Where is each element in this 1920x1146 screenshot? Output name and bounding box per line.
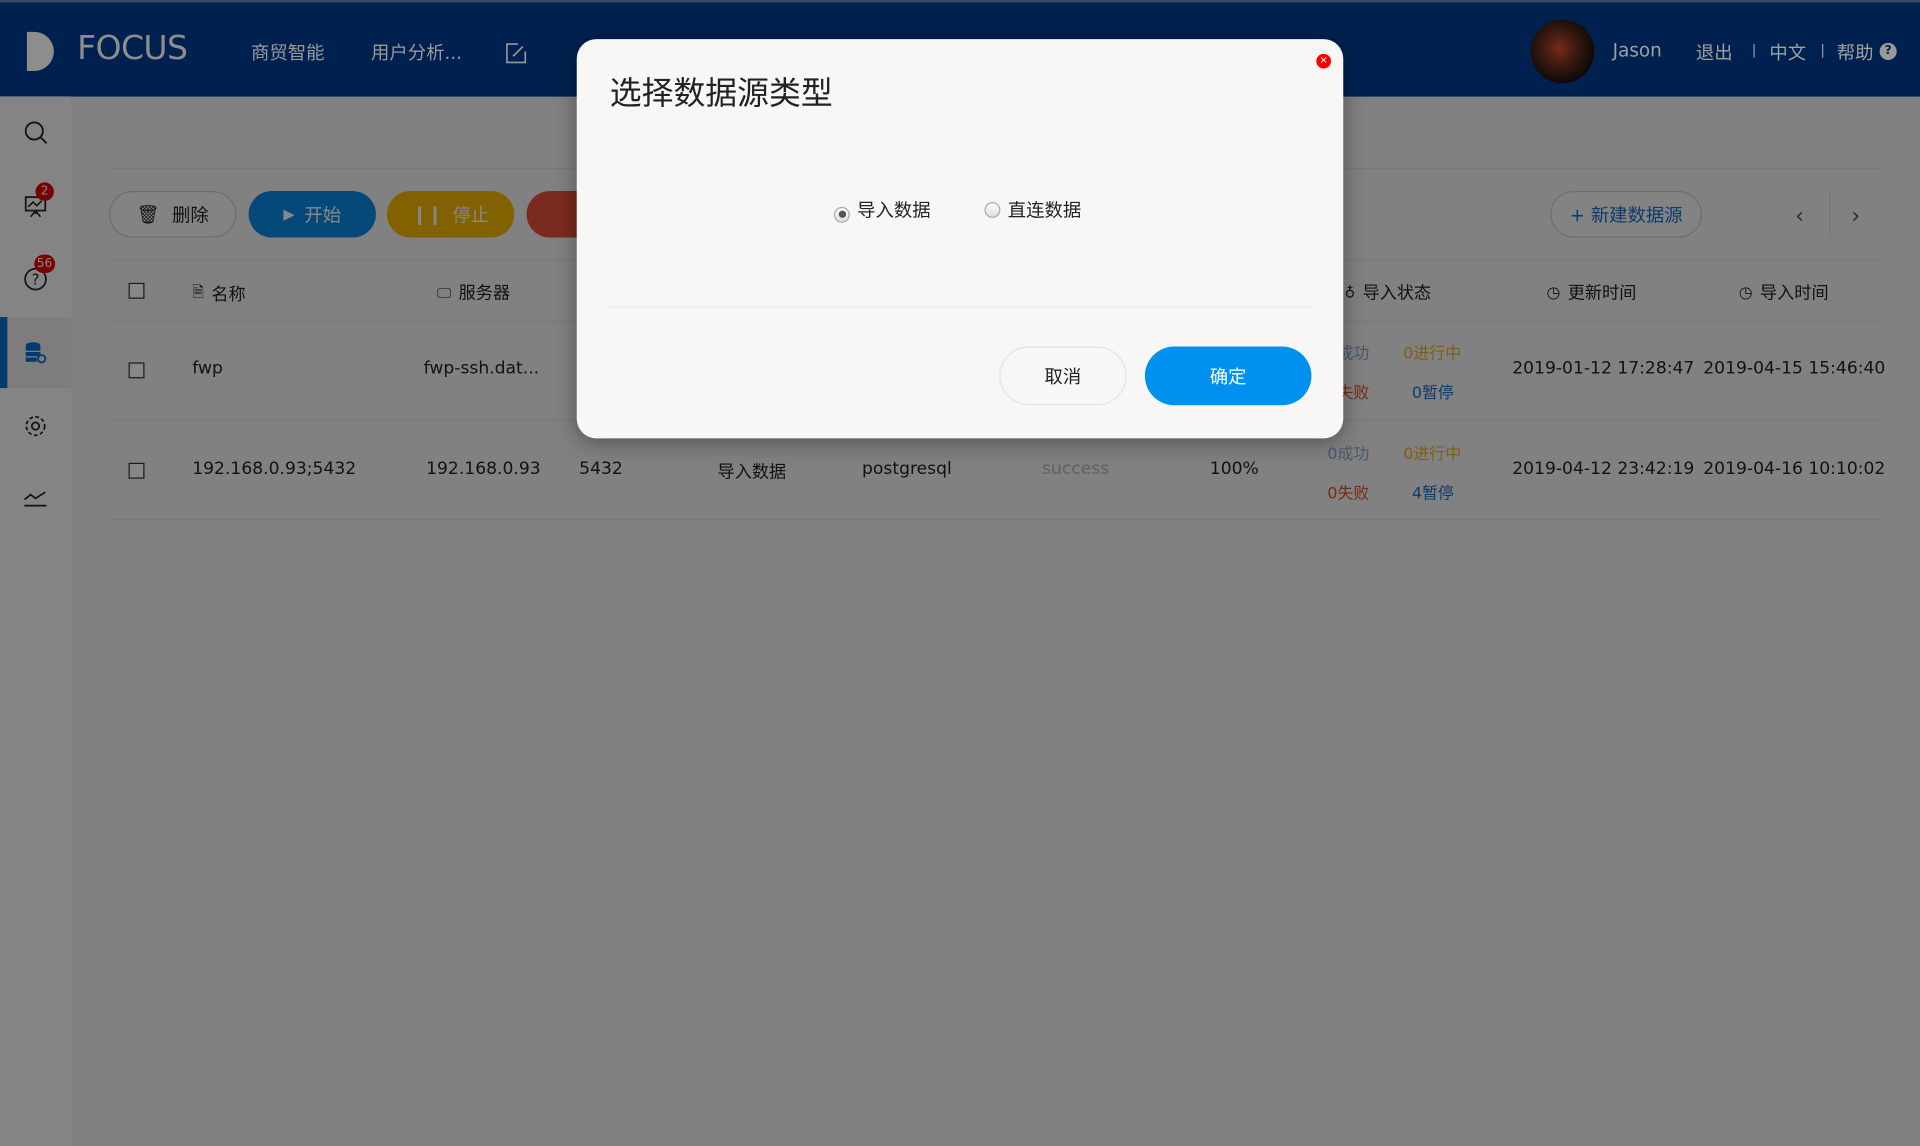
nav-commerce-intelligence[interactable]: 商贸智能 [251, 39, 324, 65]
divider [609, 306, 1313, 308]
focus-logo-icon [26, 29, 67, 74]
username[interactable]: Jason [1613, 39, 1662, 61]
dialog-title: 选择数据源类型 [609, 75, 833, 113]
nav-user-analysis[interactable]: 用户分析... [371, 39, 462, 65]
logo-text: FOCUS [77, 29, 188, 68]
avatar[interactable] [1530, 19, 1595, 84]
logout-link[interactable]: 退出 [1696, 39, 1733, 65]
radio-unselected-icon [984, 202, 1001, 218]
divider [1822, 44, 1824, 58]
cancel-button[interactable]: 取消 [999, 346, 1127, 406]
divider [1753, 44, 1755, 58]
radio-direct-data[interactable]: 直连数据 [984, 197, 1081, 223]
select-datasource-type-dialog: 选择数据源类型 ✕ 导入数据 直连数据 取消 确定 [576, 39, 1344, 439]
help-link[interactable]: 帮助 [1837, 39, 1874, 65]
confirm-button[interactable]: 确定 [1144, 346, 1312, 406]
edit-icon[interactable] [506, 43, 527, 64]
language-link[interactable]: 中文 [1769, 39, 1806, 65]
help-icon[interactable]: ? [1879, 42, 1897, 60]
radio-selected-icon [833, 206, 850, 223]
close-icon[interactable]: ✕ [1316, 53, 1332, 69]
radio-import-data[interactable]: 导入数据 [833, 197, 931, 223]
